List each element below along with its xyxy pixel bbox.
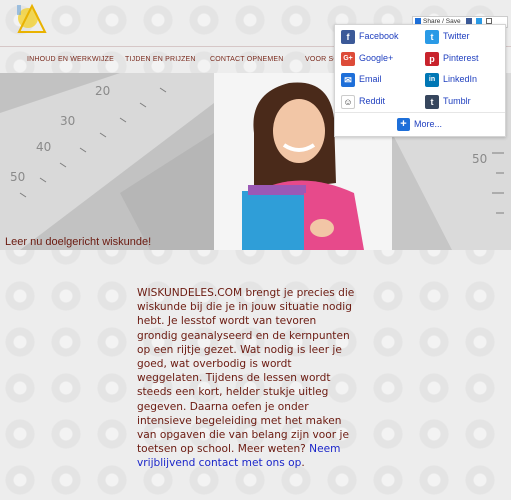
share-google-plus-label: Google+ [359,53,394,63]
share-tumblr-label: Tumblr [443,96,471,106]
svg-text:20: 20 [95,84,110,98]
share-email-label: Email [359,74,382,84]
ruler-image-left: 30 20 40 50 [0,73,214,250]
share-facebook-label: Facebook [359,31,399,41]
share-email[interactable]: ✉ Email [341,73,421,89]
share-reddit[interactable]: ☺ Reddit [341,95,421,111]
share-linkedin-label: LinkedIn [443,74,478,84]
svg-text:30: 30 [60,114,75,128]
nav-item-inhoud[interactable]: INHOUD EN WERKWIJZE [27,56,114,63]
share-tumblr[interactable]: t Tumblr [425,95,501,111]
email-icon: ✉ [341,73,355,87]
share-linkedin[interactable]: in LinkedIn [425,73,501,89]
share-panel: f Facebook t Twitter G+ Google+ p Pinter… [334,24,506,137]
share-facebook[interactable]: f Facebook [341,30,421,46]
share-pinterest-label: Pinterest [443,53,479,63]
nav-item-contact[interactable]: CONTACT OPNEMEN [210,56,284,63]
logo[interactable] [14,2,50,38]
tumblr-icon: t [425,95,439,109]
svg-text:40: 40 [36,140,51,154]
pinterest-icon: p [425,52,439,66]
share-more-button[interactable]: + More... [397,118,457,132]
nav-item-tijden[interactable]: TIJDEN EN PRIJZEN [125,56,196,63]
share-twitter-label: Twitter [443,31,470,41]
intro-paragraph: WISKUNDELES.COM brengt je precies die wi… [137,286,357,471]
reddit-icon: ☺ [341,95,355,109]
share-pinterest[interactable]: p Pinterest [425,52,501,68]
share-more-label: More... [414,119,443,129]
linkedin-icon: in [425,73,439,87]
share-reddit-label: Reddit [359,96,386,106]
hero-tagline: Leer nu doelgericht wiskunde! [5,236,152,248]
intro-text: WISKUNDELES.COM brengt je precies die wi… [137,287,355,456]
intro-text-end: . [301,457,305,470]
share-panel-divider [335,112,505,113]
twitter-icon: t [425,30,439,44]
share-google-plus[interactable]: G+ Google+ [341,52,421,68]
plus-icon: + [397,118,410,131]
share-twitter[interactable]: t Twitter [425,30,501,46]
facebook-icon: f [341,30,355,44]
svg-text:50: 50 [10,170,25,184]
svg-text:50: 50 [472,152,487,166]
google-plus-icon: G+ [341,52,355,66]
